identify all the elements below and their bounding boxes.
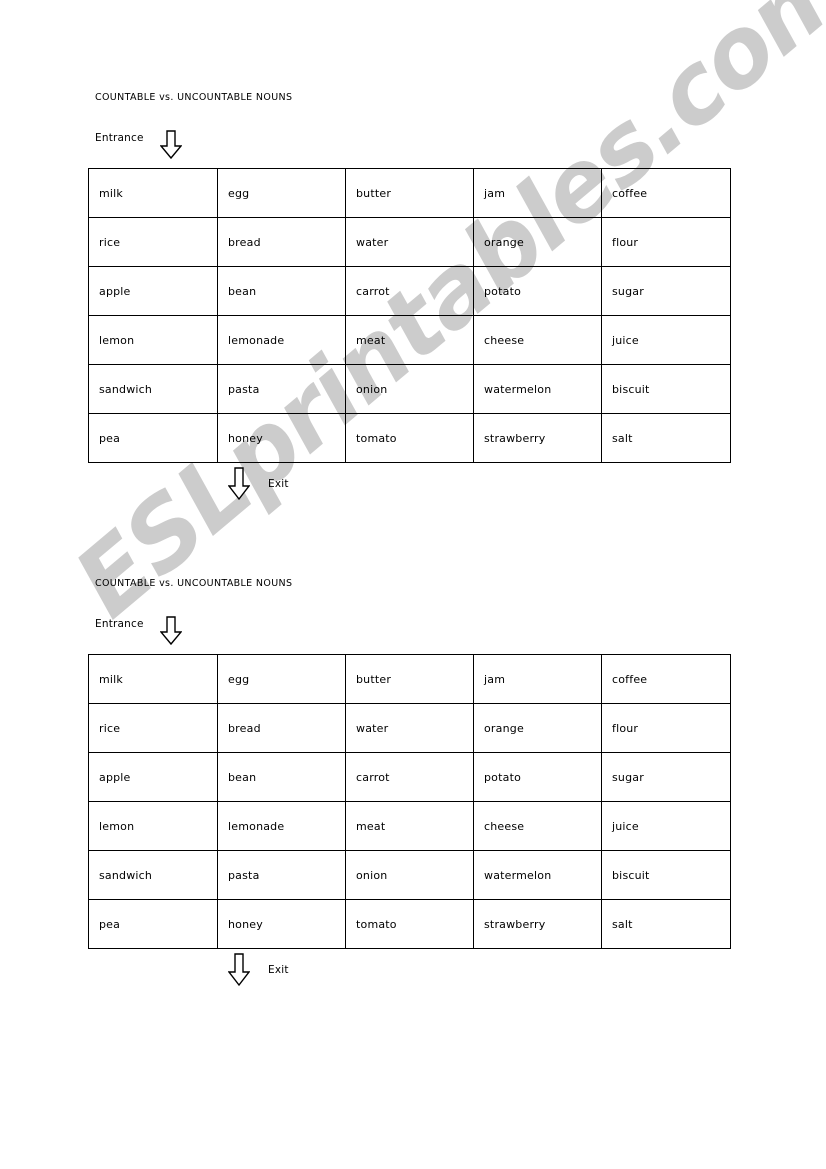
table-cell[interactable]: lemonade bbox=[217, 801, 346, 851]
table-cell[interactable]: lemon bbox=[88, 315, 218, 365]
table-cell[interactable]: orange bbox=[473, 703, 602, 753]
table-row: apple bean carrot potato sugar bbox=[88, 752, 731, 802]
exit-label: Exit bbox=[268, 478, 289, 490]
table-cell[interactable]: biscuit bbox=[601, 364, 731, 414]
entrance-marker: Entrance bbox=[95, 616, 182, 646]
table-cell[interactable]: milk bbox=[88, 654, 218, 704]
table-cell[interactable]: juice bbox=[601, 315, 731, 365]
table-cell[interactable]: butter bbox=[345, 168, 474, 218]
table-cell[interactable]: potato bbox=[473, 266, 602, 316]
table-cell[interactable]: bean bbox=[217, 266, 346, 316]
table-cell[interactable]: honey bbox=[217, 899, 346, 949]
down-arrow-icon bbox=[159, 616, 182, 646]
table-cell[interactable]: meat bbox=[345, 315, 474, 365]
table-cell[interactable]: egg bbox=[217, 654, 346, 704]
table-cell[interactable]: juice bbox=[601, 801, 731, 851]
table-cell[interactable]: carrot bbox=[345, 752, 474, 802]
table-cell[interactable]: lemon bbox=[88, 801, 218, 851]
table-cell[interactable]: sandwich bbox=[88, 850, 218, 900]
table-row: lemon lemonade meat cheese juice bbox=[88, 801, 731, 851]
down-arrow-icon bbox=[159, 130, 182, 160]
table-cell[interactable]: bean bbox=[217, 752, 346, 802]
table-cell[interactable]: bread bbox=[217, 703, 346, 753]
table-cell[interactable]: milk bbox=[88, 168, 218, 218]
exit-marker: Exit bbox=[228, 953, 289, 987]
table-cell[interactable]: jam bbox=[473, 168, 602, 218]
table-cell[interactable]: strawberry bbox=[473, 413, 602, 463]
table-row: apple bean carrot potato sugar bbox=[88, 266, 731, 316]
noun-table: milk egg butter jam coffee rice bread wa… bbox=[88, 168, 731, 463]
table-row: milk egg butter jam coffee bbox=[88, 168, 731, 218]
table-cell[interactable]: bread bbox=[217, 217, 346, 267]
table-cell[interactable]: onion bbox=[345, 850, 474, 900]
table-cell[interactable]: strawberry bbox=[473, 899, 602, 949]
table-cell[interactable]: pasta bbox=[217, 364, 346, 414]
table-cell[interactable]: pea bbox=[88, 899, 218, 949]
table-cell[interactable]: cheese bbox=[473, 315, 602, 365]
table-cell[interactable]: sugar bbox=[601, 752, 731, 802]
table-cell[interactable]: sandwich bbox=[88, 364, 218, 414]
table-cell[interactable]: salt bbox=[601, 899, 731, 949]
page-title: COUNTABLE vs. UNCOUNTABLE NOUNS bbox=[95, 578, 293, 589]
entrance-marker: Entrance bbox=[95, 130, 182, 160]
noun-table: milk egg butter jam coffee rice bread wa… bbox=[88, 654, 731, 949]
table-cell[interactable]: orange bbox=[473, 217, 602, 267]
table-row: rice bread water orange flour bbox=[88, 217, 731, 267]
table-cell[interactable]: watermelon bbox=[473, 364, 602, 414]
exit-marker: Exit bbox=[228, 467, 289, 501]
down-arrow-icon bbox=[228, 467, 250, 501]
table-cell[interactable]: tomato bbox=[345, 899, 474, 949]
table-cell[interactable]: watermelon bbox=[473, 850, 602, 900]
table-cell[interactable]: rice bbox=[88, 217, 218, 267]
table-cell[interactable]: flour bbox=[601, 217, 731, 267]
page-title: COUNTABLE vs. UNCOUNTABLE NOUNS bbox=[95, 92, 293, 103]
table-cell[interactable]: coffee bbox=[601, 654, 731, 704]
table-row: sandwich pasta onion watermelon biscuit bbox=[88, 364, 731, 414]
table-cell[interactable]: honey bbox=[217, 413, 346, 463]
table-cell[interactable]: pasta bbox=[217, 850, 346, 900]
table-cell[interactable]: flour bbox=[601, 703, 731, 753]
table-cell[interactable]: pea bbox=[88, 413, 218, 463]
down-arrow-icon bbox=[228, 953, 250, 987]
table-cell[interactable]: tomato bbox=[345, 413, 474, 463]
table-cell[interactable]: sugar bbox=[601, 266, 731, 316]
table-cell[interactable]: carrot bbox=[345, 266, 474, 316]
table-cell[interactable]: rice bbox=[88, 703, 218, 753]
table-cell[interactable]: water bbox=[345, 217, 474, 267]
table-cell[interactable]: lemonade bbox=[217, 315, 346, 365]
table-cell[interactable]: onion bbox=[345, 364, 474, 414]
table-cell[interactable]: coffee bbox=[601, 168, 731, 218]
table-row: pea honey tomato strawberry salt bbox=[88, 413, 731, 463]
table-cell[interactable]: meat bbox=[345, 801, 474, 851]
table-cell[interactable]: water bbox=[345, 703, 474, 753]
table-row: milk egg butter jam coffee bbox=[88, 654, 731, 704]
table-cell[interactable]: cheese bbox=[473, 801, 602, 851]
table-row: rice bread water orange flour bbox=[88, 703, 731, 753]
table-cell[interactable]: butter bbox=[345, 654, 474, 704]
table-cell[interactable]: potato bbox=[473, 752, 602, 802]
table-row: lemon lemonade meat cheese juice bbox=[88, 315, 731, 365]
table-row: pea honey tomato strawberry salt bbox=[88, 899, 731, 949]
table-cell[interactable]: biscuit bbox=[601, 850, 731, 900]
table-cell[interactable]: jam bbox=[473, 654, 602, 704]
table-cell[interactable]: apple bbox=[88, 752, 218, 802]
exit-label: Exit bbox=[268, 964, 289, 976]
entrance-label: Entrance bbox=[95, 618, 144, 630]
table-cell[interactable]: salt bbox=[601, 413, 731, 463]
table-cell[interactable]: apple bbox=[88, 266, 218, 316]
table-row: sandwich pasta onion watermelon biscuit bbox=[88, 850, 731, 900]
table-cell[interactable]: egg bbox=[217, 168, 346, 218]
entrance-label: Entrance bbox=[95, 132, 144, 144]
